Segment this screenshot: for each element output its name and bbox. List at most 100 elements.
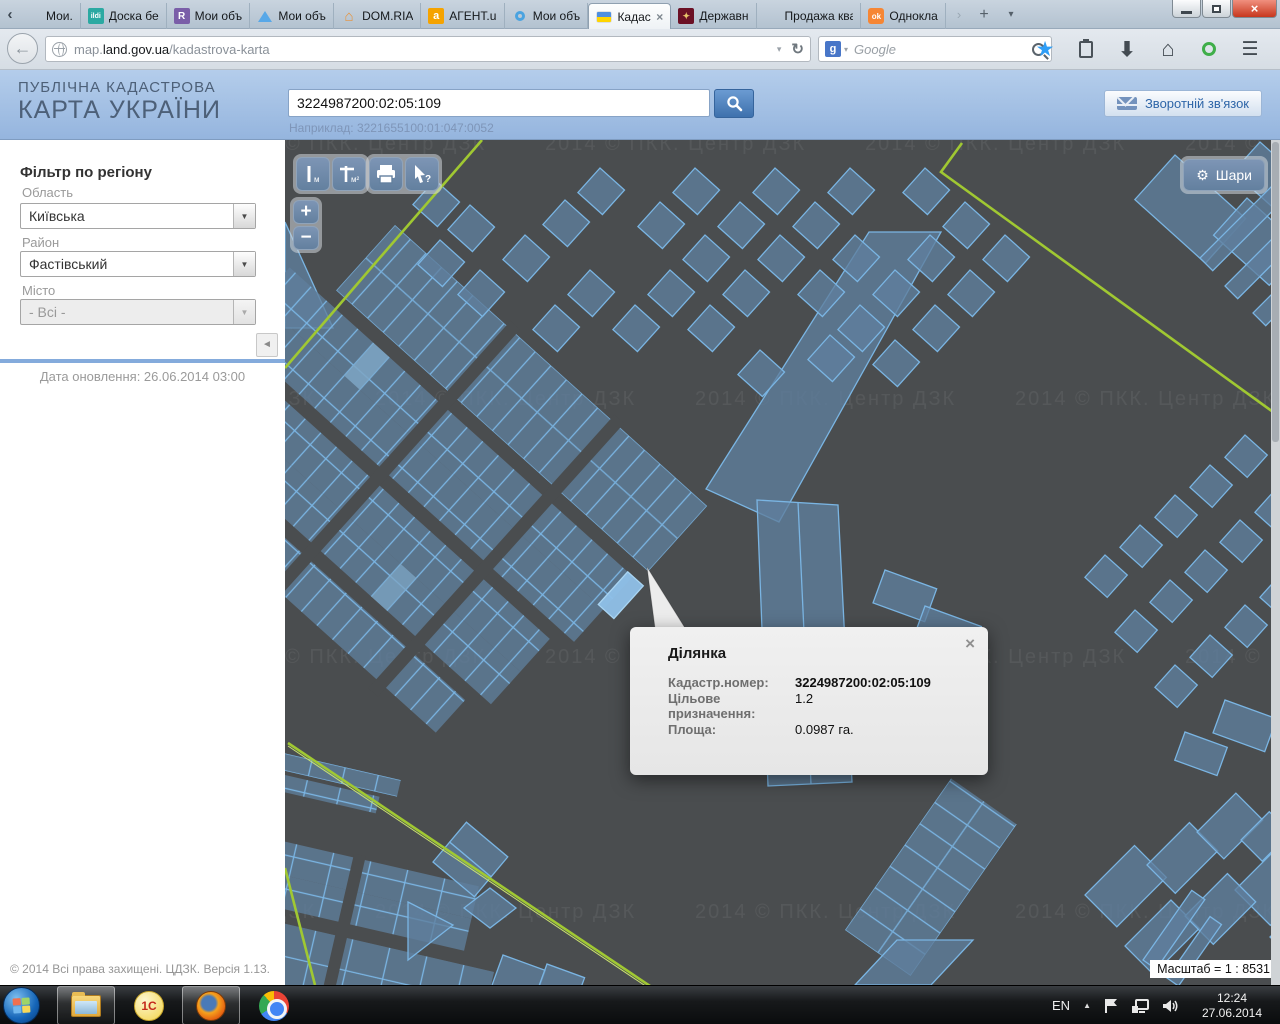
popup-close-icon[interactable]: × xyxy=(965,634,975,654)
sidebar-divider xyxy=(0,359,285,363)
1c-icon: 1С xyxy=(134,991,164,1021)
tab-label: Однокла... xyxy=(889,9,938,23)
svg-text:м²: м² xyxy=(351,175,360,184)
minimize-button[interactable] xyxy=(1172,0,1201,18)
url-bar[interactable]: map.land.gov.ua/kadastrova-karta ▾ ↻ xyxy=(45,36,811,62)
bookmarks-panel-icon[interactable] xyxy=(1074,37,1098,61)
svg-text:?: ? xyxy=(425,174,431,185)
popup-row-1: Цільове призначення:1.2 xyxy=(668,691,974,722)
layers-group: ⚙ Шари xyxy=(1180,156,1268,194)
taskbar-explorer-button[interactable] xyxy=(57,986,115,1024)
logo-line1: ПУБЛІЧНА КАДАСТРОВА xyxy=(18,79,221,96)
browser-tab-10[interactable]: ok Однокла... xyxy=(861,3,946,29)
chevron-down-icon[interactable]: ▼ xyxy=(233,252,255,276)
browser-tab-0[interactable]: Мои... xyxy=(18,3,81,29)
bookmark-star-icon[interactable]: ★ xyxy=(1033,37,1057,61)
tab-label: Мои объ... xyxy=(195,9,243,23)
browser-tab-1[interactable]: ildiДоска бе... xyxy=(81,3,167,29)
watermark-text: 2014 © ПКК. Центр ДЗК xyxy=(285,140,486,155)
new-tab-button[interactable]: + xyxy=(975,6,993,24)
addon-ring-icon[interactable] xyxy=(1197,37,1221,61)
network-icon[interactable] xyxy=(1131,998,1149,1014)
minimize-icon xyxy=(1181,11,1192,14)
search-engine-icon[interactable]: g xyxy=(825,41,841,57)
taskbar-chrome-button[interactable] xyxy=(245,986,303,1024)
browser-tab-5[interactable]: aАГЕНТ.u... xyxy=(421,3,504,29)
measure-area-icon: м² xyxy=(337,163,361,185)
action-center-flag-icon[interactable] xyxy=(1104,998,1118,1014)
measure-length-button[interactable]: м xyxy=(296,157,330,191)
ildi-tab-icon: ildi xyxy=(88,8,104,24)
envelope-icon xyxy=(1117,97,1137,110)
url-dropdown-icon[interactable]: ▾ xyxy=(777,44,782,55)
browser-tab-6[interactable]: Мои объ... xyxy=(505,3,589,29)
layers-button[interactable]: ⚙ Шари xyxy=(1183,159,1265,191)
parcel-info-popup: × Ділянка Кадастр.номер:3224987200:02:05… xyxy=(630,627,988,775)
select-value: Київська xyxy=(21,208,233,224)
chevron-down-icon[interactable]: ▼ xyxy=(233,204,255,228)
url-prefix: map. xyxy=(74,42,103,57)
tab-scroll-right-icon[interactable]: › xyxy=(950,6,968,24)
search-example-hint: Наприклад: 3221655100:01:047:0052 xyxy=(289,121,494,135)
filter-select-1[interactable]: Фастівський▼ xyxy=(20,251,256,277)
back-button[interactable]: ← xyxy=(7,33,38,64)
browser-tab-7[interactable]: Кадас...× xyxy=(588,3,671,29)
close-button[interactable]: × xyxy=(1232,0,1277,18)
filter-select-2: - Всі -▼ xyxy=(20,299,256,325)
restore-icon xyxy=(1212,5,1221,13)
language-indicator[interactable]: EN xyxy=(1052,998,1070,1013)
house-tab-icon: ⌂ xyxy=(341,8,357,24)
browser-tab-2[interactable]: RМои объ... xyxy=(167,3,251,29)
popup-row-label: Цільове призначення: xyxy=(668,691,795,722)
zoom-control: + − xyxy=(290,197,322,253)
ok-tab-icon: ok xyxy=(868,8,884,24)
cadastral-map[interactable]: 2014 © ПКК. Центр ДЗК 2014 © ПКК. Центр Д… xyxy=(285,140,1280,985)
watermark-text: 2014 © ПКК. Центр ДЗК xyxy=(1015,388,1276,410)
copyright-footer: © 2014 Всі права захищені. ЦДЗК. Версія … xyxy=(10,962,270,976)
search-bar[interactable]: g ▾ Google xyxy=(818,36,1052,62)
downloads-icon[interactable]: ⬇ xyxy=(1115,37,1139,61)
cadastral-search-button[interactable] xyxy=(714,89,754,118)
search-engine-dropdown-icon[interactable]: ▾ xyxy=(844,45,848,54)
update-date-text: Дата оновлення: 26.06.2014 03:00 xyxy=(0,369,285,384)
scrollbar-thumb[interactable] xyxy=(1272,142,1279,442)
browser-tab-9[interactable]: Продажа ква... xyxy=(757,3,862,29)
taskbar-1c-button[interactable]: 1С xyxy=(120,986,178,1024)
measure-tools-group: м м² xyxy=(293,154,369,194)
site-header: ПУБЛІЧНА КАДАСТРОВА КАРТА УКРАЇНИ Наприк… xyxy=(0,70,1280,140)
map-canvas[interactable]: 2014 © ПКК. Центр ДЗК 2014 © ПКК. Центр Д… xyxy=(285,140,1280,985)
zoom-out-button[interactable]: − xyxy=(293,226,319,250)
restore-button[interactable] xyxy=(1202,0,1231,18)
clock[interactable]: 12:24 27.06.2014 xyxy=(1192,991,1272,1021)
filter-select-0[interactable]: Київська▼ xyxy=(20,203,256,229)
popup-row-label: Кадастр.номер: xyxy=(668,675,795,691)
zoom-in-button[interactable]: + xyxy=(293,200,319,224)
tab-scroll-left-icon[interactable]: ‹ xyxy=(2,5,18,25)
browser-tab-8[interactable]: ✦Державн... xyxy=(671,3,756,29)
sidebar-collapse-button[interactable]: ◄ xyxy=(256,333,278,357)
measure-area-button[interactable]: м² xyxy=(332,157,366,191)
identify-button[interactable]: ? xyxy=(405,157,439,191)
reload-icon[interactable]: ↻ xyxy=(791,40,804,58)
speaker-icon[interactable] xyxy=(1162,998,1179,1014)
print-button[interactable] xyxy=(369,157,403,191)
list-all-tabs-icon[interactable]: ▾ xyxy=(1002,6,1020,24)
taskbar-firefox-button[interactable] xyxy=(182,986,240,1024)
chevron-down-icon: ▼ xyxy=(233,300,255,324)
browser-tab-bar: ‹ Мои...ildiДоска бе...RМои объ...Мои об… xyxy=(0,0,1280,29)
tab-close-icon[interactable]: × xyxy=(656,10,663,24)
hidden-icons-arrow[interactable]: ▲ xyxy=(1083,1001,1091,1010)
tab-label: Мои объ... xyxy=(278,9,326,23)
cadastral-search-input[interactable] xyxy=(288,89,710,117)
start-button[interactable] xyxy=(3,987,40,1024)
browser-tab-4[interactable]: ⌂DOM.RIA... xyxy=(334,3,421,29)
feedback-button[interactable]: Зворотній зв'язок xyxy=(1104,90,1262,117)
system-tray: EN ▲ 12:24 27.06.2014 xyxy=(1052,986,1280,1024)
scale-indicator: Масштаб = 1 : 8531 xyxy=(1150,960,1277,978)
browser-tab-3[interactable]: Мои объ... xyxy=(250,3,334,29)
vertical-scrollbar[interactable] xyxy=(1271,140,1280,985)
search-placeholder: Google xyxy=(854,42,1032,57)
home-icon[interactable]: ⌂ xyxy=(1156,37,1180,61)
cursor-question-icon: ? xyxy=(410,163,434,185)
hamburger-menu-icon[interactable]: ☰ xyxy=(1238,37,1262,61)
